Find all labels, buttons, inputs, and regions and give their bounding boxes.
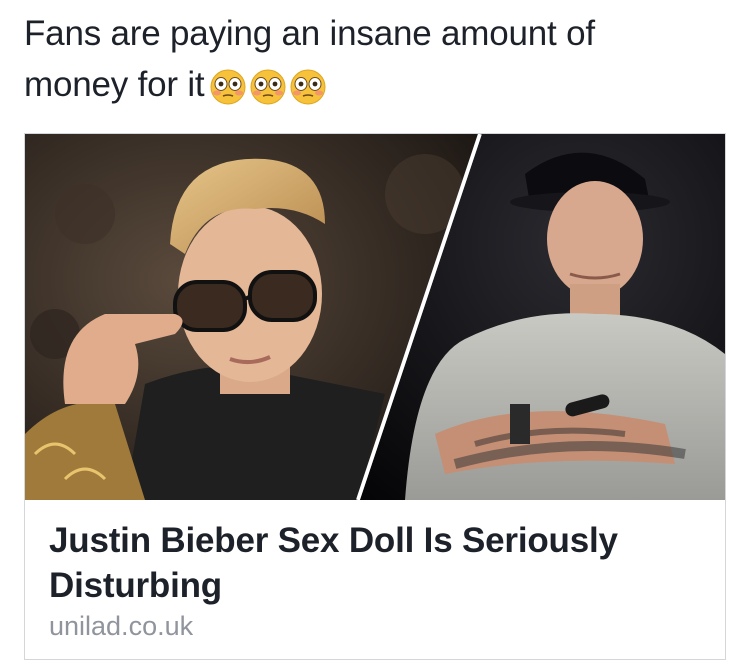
post-text-line-2: money for it	[24, 59, 724, 110]
split-photo-collage	[25, 134, 725, 500]
flushed-face-icon	[290, 69, 326, 105]
flushed-face-icon	[210, 69, 246, 105]
post-text-line-2-words: money for it	[24, 65, 205, 104]
link-preview-title[interactable]: Justin Bieber Sex Doll Is Seriously Dist…	[49, 518, 699, 608]
flushed-face-icon	[250, 69, 286, 105]
link-preview-card[interactable]: Justin Bieber Sex Doll Is Seriously Dist…	[24, 133, 726, 660]
link-preview-domain: unilad.co.uk	[49, 611, 194, 641]
post-text-line-1: Fans are paying an insane amount of	[24, 14, 595, 53]
post-text: Fans are paying an insane amount of mone…	[24, 8, 724, 110]
link-preview-image[interactable]	[25, 134, 725, 500]
emoji-group	[210, 69, 326, 105]
